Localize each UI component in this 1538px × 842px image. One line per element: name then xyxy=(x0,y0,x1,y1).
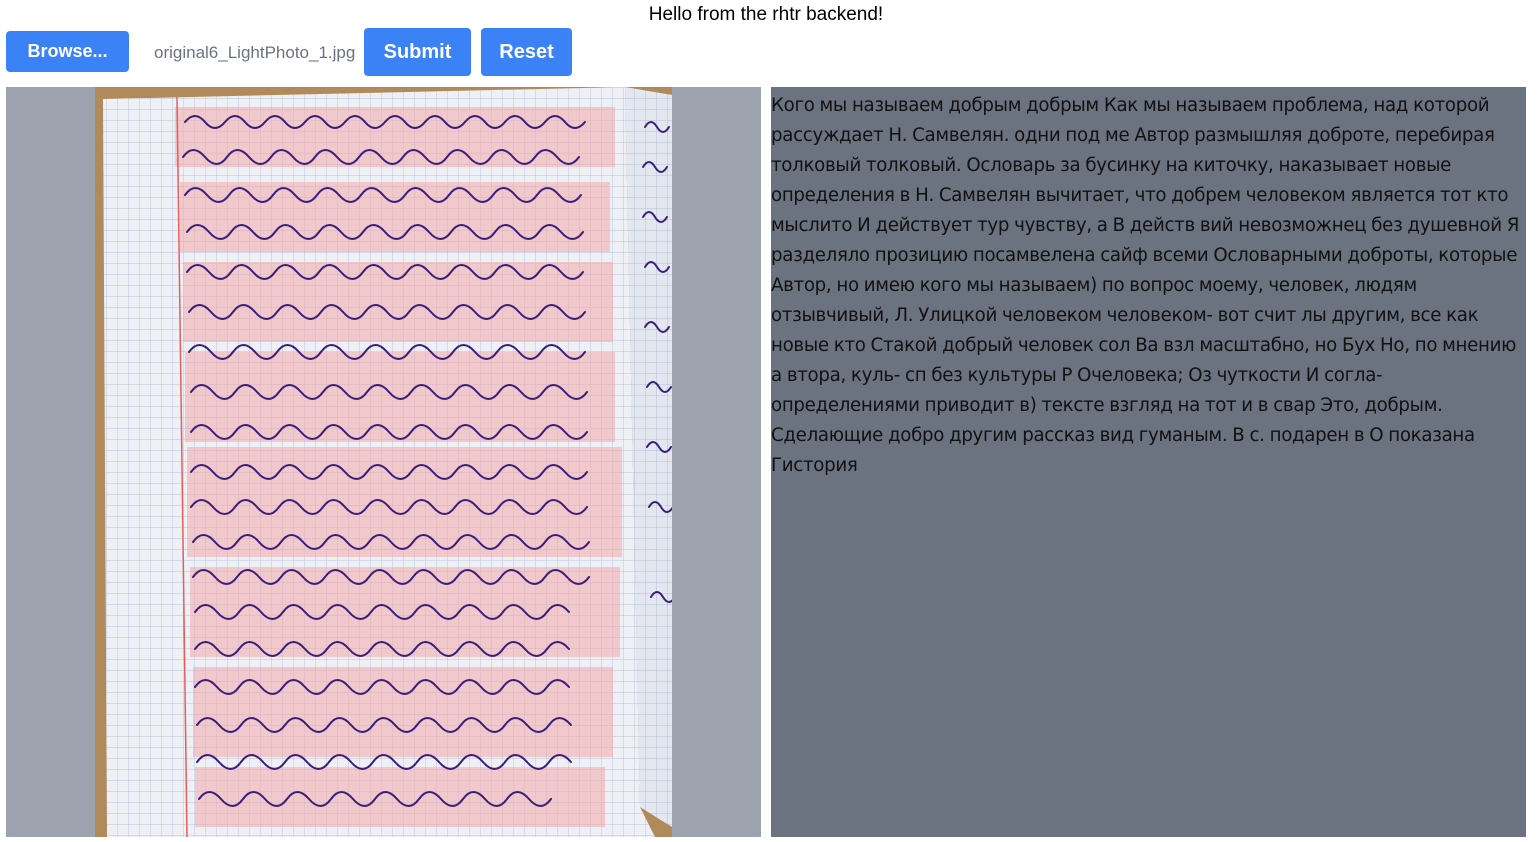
handwritten-notebook-photo xyxy=(95,87,672,837)
uploaded-image-panel xyxy=(6,87,761,837)
recognized-text-panel: Кого мы называем добрым добрым Как мы на… xyxy=(771,87,1526,837)
selected-file-name: original6_LightPhoto_1.jpg xyxy=(154,43,356,62)
reset-button[interactable]: Reset xyxy=(481,28,572,76)
page-title: Hello from the rhtr backend! xyxy=(648,4,884,25)
notebook-page-image xyxy=(95,87,672,837)
submit-button[interactable]: Submit xyxy=(364,28,471,76)
recognized-text: Кого мы называем добрым добрым Как мы на… xyxy=(771,95,1520,476)
browse-button[interactable]: Browse... xyxy=(6,31,129,72)
